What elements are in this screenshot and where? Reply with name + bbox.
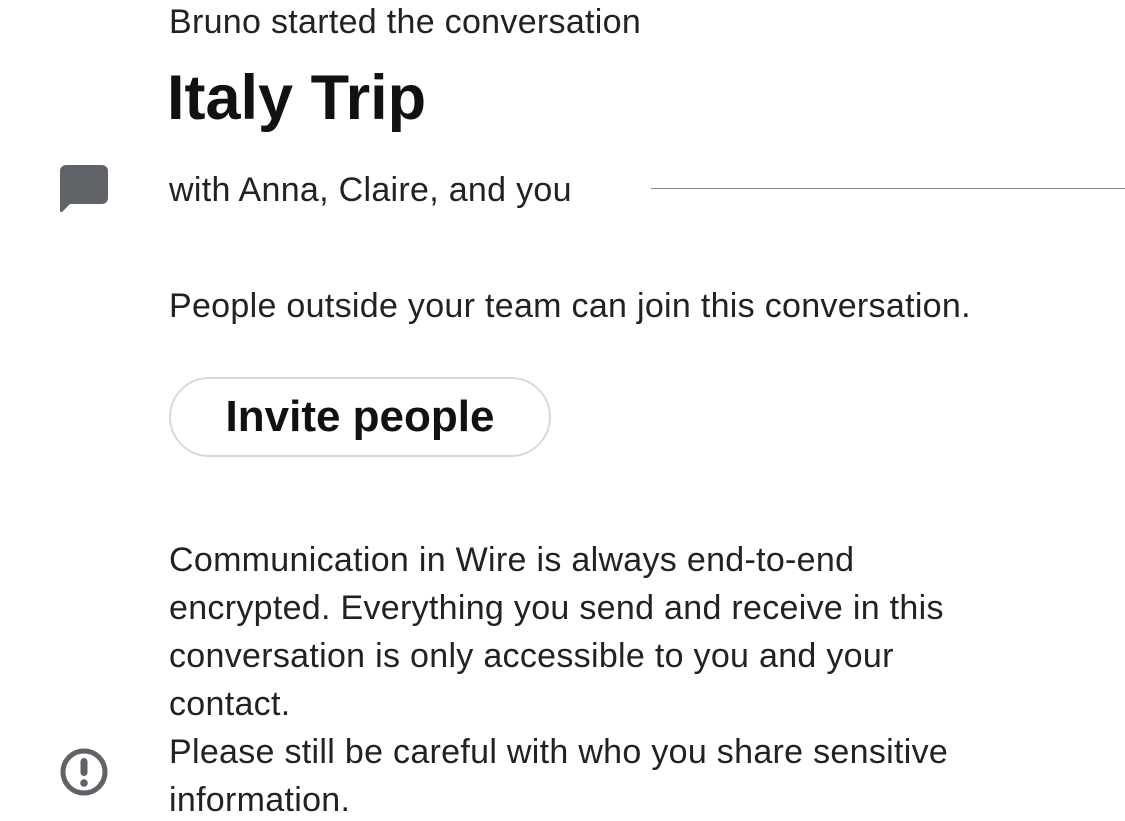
chat-bubble-icon <box>60 165 108 213</box>
encryption-note: Communication in Wire is always end-to-e… <box>169 536 1099 821</box>
encryption-note-line: encrypted. Everything you send and recei… <box>169 589 944 627</box>
encryption-note-line: information. <box>169 781 351 819</box>
invite-people-button[interactable]: Invite people <box>169 377 551 457</box>
encryption-note-line: Communication in Wire is always end-to-e… <box>169 541 855 579</box>
conversation-participants: with Anna, Claire, and you <box>169 171 572 209</box>
divider <box>651 188 1125 189</box>
conversation-title: Italy Trip <box>167 63 427 133</box>
exclamation-circle-icon <box>60 748 108 796</box>
encryption-note-line: contact. <box>169 685 291 723</box>
conversation-intro: Bruno started the conversation Italy Tri… <box>0 0 1125 821</box>
conversation-started-by: Bruno started the conversation <box>169 3 642 41</box>
encryption-note-line: Please still be careful with who you sha… <box>169 733 949 771</box>
encryption-note-line: conversation is only accessible to you a… <box>169 637 894 675</box>
guests-note: People outside your team can join this c… <box>169 287 971 325</box>
